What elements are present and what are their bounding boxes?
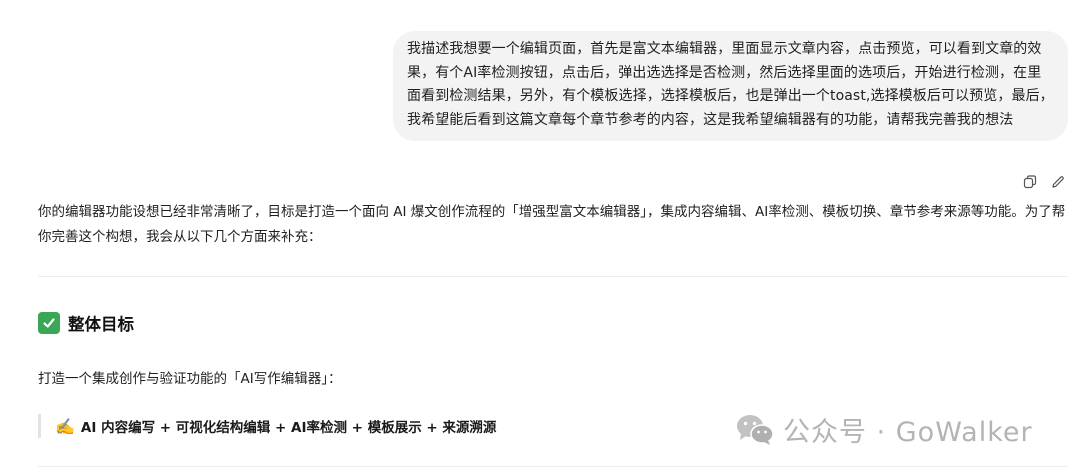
- user-message-text: 我描述我想要一个编辑页面，首先是富文本编辑器，里面显示文章内容，点击预览，可以看…: [407, 41, 1054, 128]
- chat-page: 我描述我想要一个编辑页面，首先是富文本编辑器，里面显示文章内容，点击预览，可以看…: [0, 0, 1080, 473]
- user-message-bubble: 我描述我想要一个编辑页面，首先是富文本编辑器，里面显示文章内容，点击预览，可以看…: [393, 31, 1068, 141]
- assistant-reply-intro: 你的编辑器功能设想已经非常清晰了，目标是打造一个面向 AI 爆文创作流程的「增强…: [38, 200, 1068, 250]
- divider-bottom: [38, 466, 1068, 467]
- message-actions: [1022, 174, 1066, 190]
- blockquote-text: AI 内容编写 + 可视化结构编辑 + AI率检测 + 模板展示 + 来源溯源: [80, 420, 497, 436]
- section-intro: 打造一个集成创作与验证功能的「AI写作编辑器」：: [38, 371, 342, 387]
- writing-hand-icon: ✍️: [55, 416, 75, 436]
- check-mark-icon: [38, 312, 60, 334]
- divider: [38, 276, 1068, 277]
- section-heading: 整体目标: [38, 311, 134, 335]
- copy-icon[interactable]: [1022, 174, 1038, 190]
- watermark-text: 公众号 · GoWalker: [783, 417, 1033, 448]
- wechat-icon: [737, 414, 774, 445]
- section-title: 整体目标: [68, 315, 134, 334]
- blockquote: ✍️ AI 内容编写 + 可视化结构编辑 + AI率检测 + 模板展示 + 来源…: [38, 414, 496, 438]
- watermark: 公众号 · GoWalker: [735, 410, 1033, 449]
- assistant-reply-text: 你的编辑器功能设想已经非常清晰了，目标是打造一个面向 AI 爆文创作流程的「增强…: [38, 204, 1066, 245]
- pencil-icon[interactable]: [1050, 174, 1066, 190]
